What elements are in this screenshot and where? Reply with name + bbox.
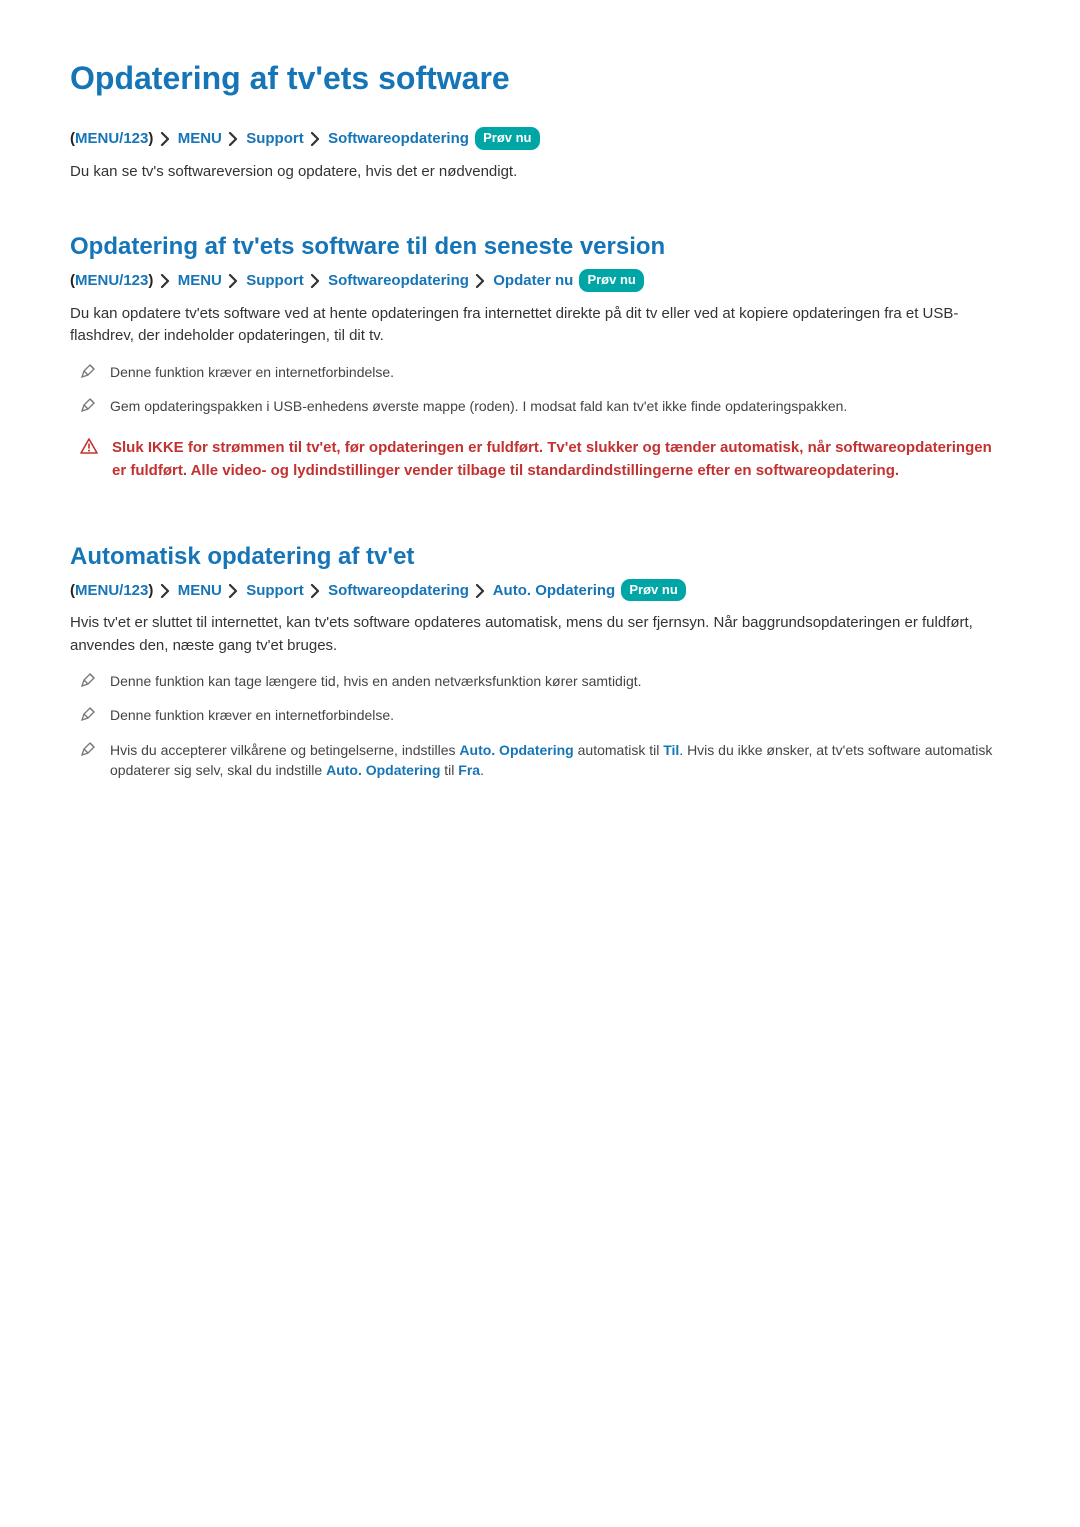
nav-software-update: Softwareopdatering [328, 582, 469, 599]
nav-menu123: MENU/123 [75, 272, 148, 289]
section1-notes: Denne funktion kræver en internetforbind… [80, 362, 1010, 419]
note3-end: . [480, 762, 484, 778]
section2-notes: Denne funktion kan tage længere tid, hvi… [80, 671, 1010, 780]
try-now-badge: Prøv nu [475, 127, 539, 150]
pencil-icon [80, 706, 96, 727]
nav-menu: MENU [178, 272, 222, 289]
chevron-right-icon [228, 132, 240, 146]
nav-support: Support [246, 130, 304, 147]
warning-icon [80, 438, 98, 459]
try-now-badge: Prøv nu [579, 269, 643, 292]
note3-on: Til [663, 742, 679, 758]
try-now-badge: Prøv nu [621, 579, 685, 602]
nav-support: Support [246, 272, 304, 289]
intro-text: Du kan se tv's softwareversion og opdate… [70, 161, 1010, 184]
note3-mid1: automatisk til [574, 742, 663, 758]
note-text: Denne funktion kræver en internetforbind… [110, 705, 1010, 725]
note-item: Hvis du accepterer vilkårene og betingel… [80, 740, 1010, 781]
nav-auto-update: Auto. Opdatering [493, 582, 616, 599]
note-item: Denne funktion kræver en internetforbind… [80, 705, 1010, 727]
chevron-right-icon [310, 274, 322, 288]
section2-body: Hvis tv'et er sluttet til internettet, k… [70, 612, 1010, 657]
note-text: Denne funktion kræver en internetforbind… [110, 362, 1010, 382]
note-text: Denne funktion kan tage længere tid, hvi… [110, 671, 1010, 691]
nav-update-now: Opdater nu [493, 272, 573, 289]
note3-auto-update-2: Auto. Opdatering [326, 762, 440, 778]
nav-software-update: Softwareopdatering [328, 130, 469, 147]
paren-close: ) [148, 272, 153, 289]
section1-body: Du kan opdatere tv'ets software ved at h… [70, 303, 1010, 348]
chevron-right-icon [160, 274, 172, 288]
pencil-icon [80, 672, 96, 693]
note3-pre: Hvis du accepterer vilkårene og betingel… [110, 742, 459, 758]
warning-text: Sluk IKKE for strømmen til tv'et, før op… [112, 436, 1010, 483]
pencil-icon [80, 741, 96, 762]
pencil-icon [80, 363, 96, 384]
note-item: Gem opdateringspakken i USB-enhedens øve… [80, 396, 1010, 418]
note-item: Denne funktion kræver en internetforbind… [80, 362, 1010, 384]
page-title: Opdatering af tv'ets software [70, 60, 1010, 97]
nav-menu123: MENU/123 [75, 582, 148, 599]
note3-auto-update-1: Auto. Opdatering [459, 742, 573, 758]
nav-support: Support [246, 582, 304, 599]
section-heading-auto: Automatisk opdatering af tv'et [70, 543, 1010, 571]
nav-software-update: Softwareopdatering [328, 272, 469, 289]
nav-menu: MENU [178, 582, 222, 599]
note-item: Denne funktion kan tage længere tid, hvi… [80, 671, 1010, 693]
note3-mid3: til [440, 762, 458, 778]
nav-menu123: MENU/123 [75, 130, 148, 147]
chevron-right-icon [228, 274, 240, 288]
note3-off: Fra [458, 762, 480, 778]
warning-block: Sluk IKKE for strømmen til tv'et, før op… [80, 436, 1010, 483]
note-text: Gem opdateringspakken i USB-enhedens øve… [110, 396, 1010, 416]
chevron-right-icon [310, 584, 322, 598]
note-text: Hvis du accepterer vilkårene og betingel… [110, 740, 1010, 781]
breadcrumb-auto-update: (MENU/123) MENU Support Softwareopdateri… [70, 579, 1010, 603]
pencil-icon [80, 397, 96, 418]
chevron-right-icon [228, 584, 240, 598]
breadcrumb-software-update: (MENU/123) MENU Support Softwareopdateri… [70, 127, 1010, 151]
breadcrumb-update-now: (MENU/123) MENU Support Softwareopdateri… [70, 269, 1010, 293]
paren-close: ) [148, 130, 153, 147]
chevron-right-icon [310, 132, 322, 146]
chevron-right-icon [475, 274, 487, 288]
chevron-right-icon [160, 584, 172, 598]
chevron-right-icon [475, 584, 487, 598]
paren-close: ) [148, 582, 153, 599]
nav-menu: MENU [178, 130, 222, 147]
document-page: Opdatering af tv'ets software (MENU/123)… [0, 0, 1080, 832]
chevron-right-icon [160, 132, 172, 146]
section-heading-latest: Opdatering af tv'ets software til den se… [70, 233, 1010, 261]
